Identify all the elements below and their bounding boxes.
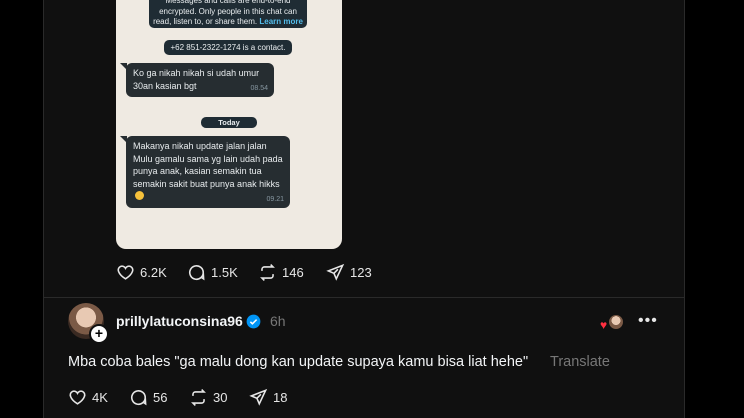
verified-badge-icon (246, 314, 261, 329)
reply-text: Mba coba bales "ga malu dong kan update … (68, 354, 529, 370)
comment-icon (188, 265, 205, 281)
contact-notice: +62 851-2322-1274 is a contact. (164, 40, 292, 55)
like-count: 4K (92, 390, 108, 405)
repost-icon (191, 389, 206, 406)
more-icon[interactable]: ••• (638, 312, 658, 330)
comment-icon (130, 390, 147, 406)
share-icon (326, 263, 345, 281)
chat-message: Makanya nikah update jalan jalan Mulu ga… (126, 136, 290, 208)
share-button[interactable]: 123 (326, 263, 372, 282)
heart-icon: ♥ (600, 318, 608, 332)
encryption-notice: Messages and calls are end-to-end encryp… (149, 0, 307, 28)
learn-more-link: Learn more (259, 17, 303, 26)
heart-icon (117, 265, 134, 280)
crying-emoji-icon (135, 191, 144, 200)
liked-by-author-indicator: ♥ (600, 314, 624, 332)
chat-message-text: Makanya nikah update jalan jalan Mulu ga… (133, 141, 283, 189)
reply-button[interactable]: 56 (129, 388, 189, 407)
share-button[interactable]: 18 (249, 388, 287, 407)
share-count: 18 (273, 390, 288, 405)
repost-button[interactable]: 146 (258, 263, 326, 282)
reply-button[interactable]: 1.5K (187, 263, 258, 282)
chat-message: Ko ga nikah nikah si udah umur 30an kasi… (126, 63, 274, 97)
post-time: 6h (270, 313, 286, 329)
date-divider: Today (201, 117, 257, 128)
share-count: 123 (350, 265, 372, 280)
post-action-bar: 6.2K 1.5K 146 123 (116, 263, 372, 282)
share-icon (249, 388, 268, 406)
repost-count: 30 (213, 390, 228, 405)
reply-action-bar: 4K 56 30 18 (68, 388, 287, 407)
heart-icon (69, 390, 86, 405)
repost-icon (260, 264, 275, 281)
chat-message-time: 08.54 (250, 84, 268, 92)
avatar (608, 314, 624, 330)
reply-count: 56 (153, 390, 168, 405)
post-image[interactable]: Messages and calls are end-to-end encryp… (116, 0, 342, 249)
like-button[interactable]: 4K (68, 388, 129, 407)
plus-icon[interactable]: + (89, 324, 109, 344)
like-count: 6.2K (140, 265, 167, 280)
translate-link[interactable]: Translate (550, 354, 610, 370)
chat-message-text: Ko ga nikah nikah si udah umur 30an kasi… (133, 68, 260, 91)
repost-button[interactable]: 30 (189, 388, 249, 407)
repost-count: 146 (282, 265, 304, 280)
username[interactable]: prillylatuconsina96 (116, 313, 243, 329)
like-button[interactable]: 6.2K (116, 263, 187, 282)
reply-count: 1.5K (211, 265, 238, 280)
divider (43, 297, 685, 298)
chat-message-time: 09.21 (266, 195, 284, 203)
